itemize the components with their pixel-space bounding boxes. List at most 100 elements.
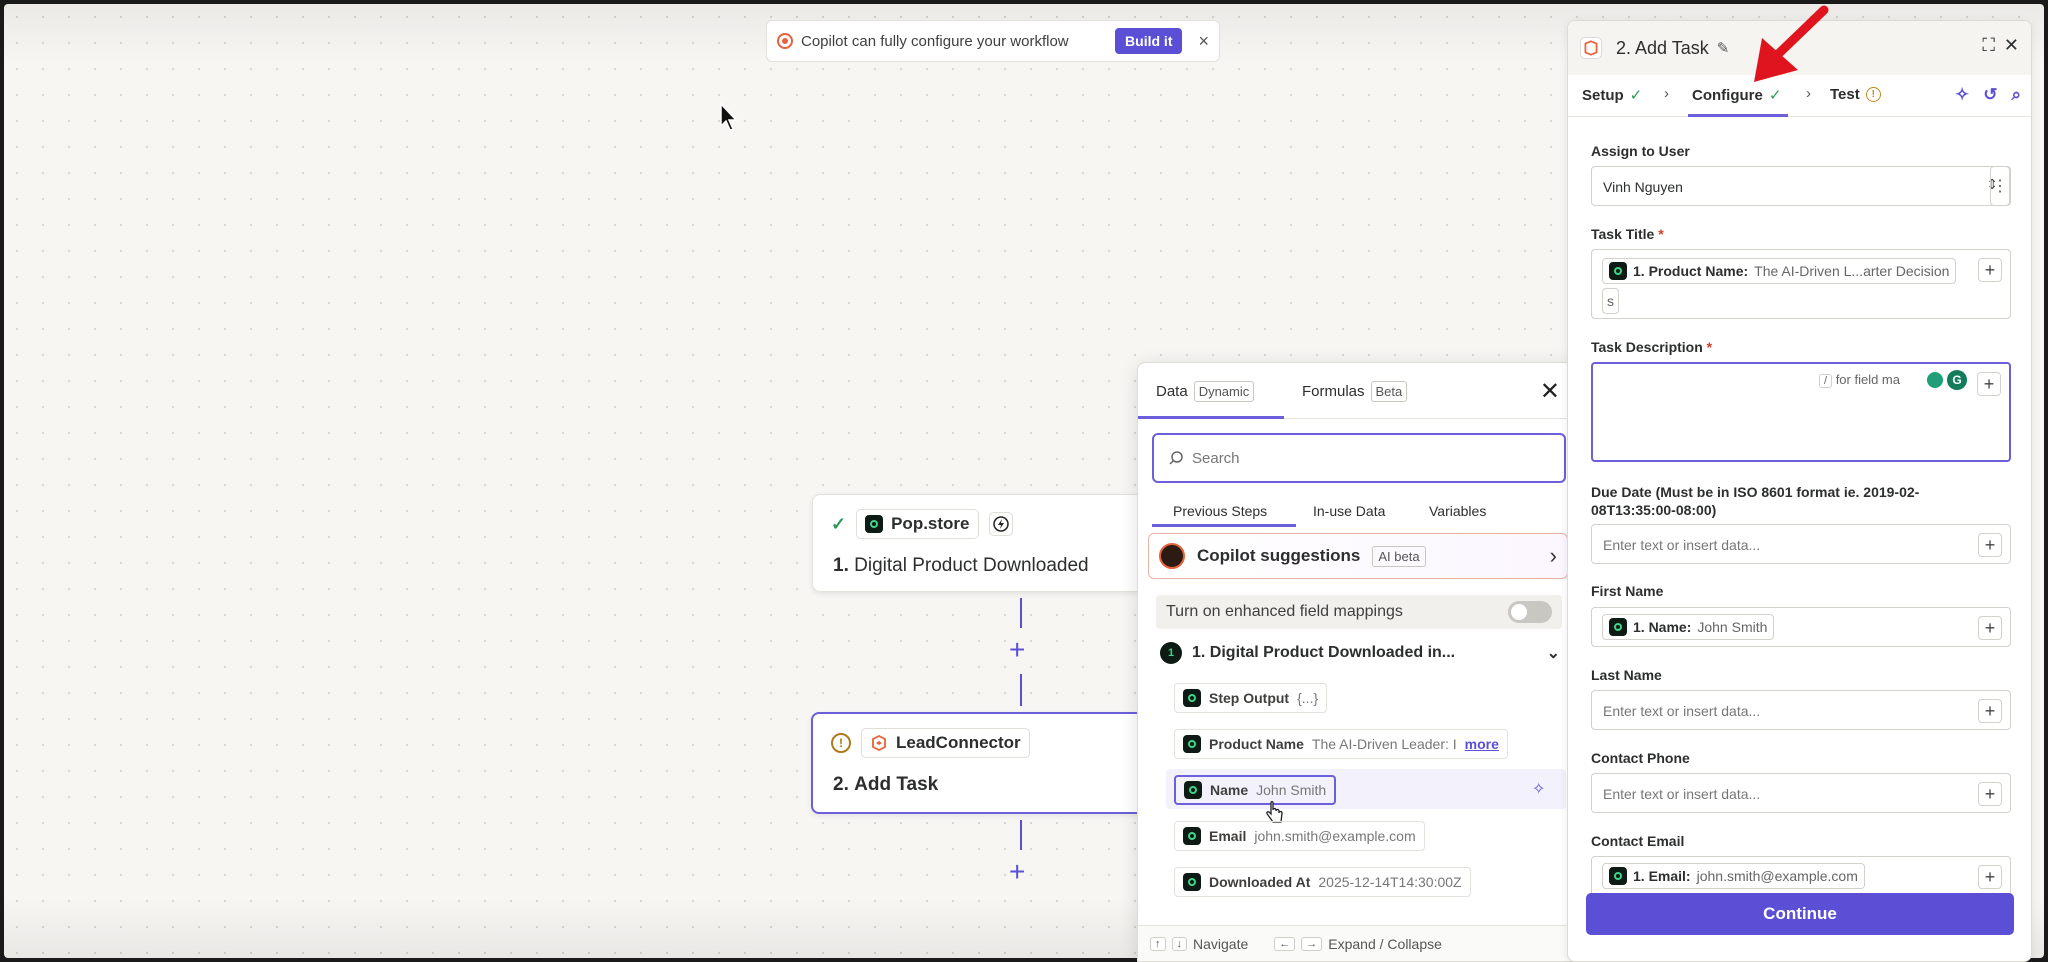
slash-hint: / for field ma	[1819, 372, 1900, 388]
app-name: LeadConnector	[896, 733, 1021, 752]
contact-phone-label: Contact Phone	[1591, 750, 1690, 766]
bolt-icon	[988, 512, 1013, 536]
search-icon[interactable]: ⌕	[2011, 85, 2021, 105]
popstore-icon	[1609, 867, 1627, 885]
app-chip: Pop.store	[856, 509, 979, 539]
sparkle-icon[interactable]: ✧	[1532, 779, 1545, 799]
arrow-up-key-icon: ↑	[1150, 936, 1166, 951]
contact-email-label: Contact Email	[1591, 833, 1685, 849]
picker-footer: ↑ ↓ Navigate ← → Expand / Collapse	[1138, 925, 1578, 961]
active-tab-underline	[1138, 416, 1284, 419]
add-step-icon[interactable]: +	[1009, 858, 1025, 886]
connector-line	[1020, 674, 1022, 706]
copilot-icon	[777, 33, 793, 49]
enhanced-mappings-toggle[interactable]	[1508, 601, 1552, 623]
close-banner-icon[interactable]: ×	[1198, 31, 1209, 52]
flow-node-trigger[interactable]: ✓ Pop.store 1. Digital Product Downloade…	[812, 494, 1162, 592]
popstore-icon	[1183, 689, 1201, 707]
data-token[interactable]: 1. Product Name: The AI-Driven L...arter …	[1602, 258, 1957, 284]
contact-phone-field[interactable]: Enter text or insert data... +	[1591, 773, 2011, 813]
popstore-icon	[1184, 781, 1202, 799]
tab-test[interactable]: Test!	[1830, 86, 1881, 103]
contact-email-field[interactable]: 1. Email: john.smith@example.com +	[1591, 856, 2011, 896]
flow-node-action[interactable]: ! LeadConnector 2. Add Task	[811, 712, 1161, 814]
add-step-icon[interactable]: +	[1009, 636, 1025, 664]
panel-tools: ✧ ↺ ⌕	[1955, 85, 2021, 105]
task-description-field[interactable]: / for field ma G +	[1591, 362, 2011, 462]
tab-formulas[interactable]: Formulas Beta	[1302, 381, 1408, 402]
last-name-field[interactable]: Enter text or insert data... +	[1591, 690, 2011, 730]
tab-data[interactable]: Data Dynamic	[1156, 381, 1255, 402]
insert-data-icon[interactable]: +	[1978, 699, 2002, 723]
popstore-icon	[1609, 262, 1627, 280]
check-icon: ✓	[1629, 87, 1643, 104]
chevron-right-icon: ›	[1549, 543, 1557, 568]
insert-data-icon[interactable]: +	[1978, 865, 2002, 889]
popstore-icon	[1183, 735, 1201, 753]
last-name-label: Last Name	[1591, 667, 1662, 683]
data-item-email[interactable]: Email john.smith@example.com	[1174, 821, 1425, 851]
insert-data-icon[interactable]: +	[1978, 782, 2002, 806]
popstore-icon	[865, 515, 884, 533]
bulb-icon	[1927, 372, 1943, 388]
navigate-hint: Navigate	[1193, 935, 1249, 952]
data-item-name[interactable]: Name John Smith	[1174, 775, 1337, 805]
build-it-button[interactable]: Build it	[1115, 28, 1183, 54]
edit-pencil-icon[interactable]: ✎	[1717, 39, 1730, 57]
picker-subtabs: Previous Steps In-use Data Variables	[1138, 497, 1578, 527]
data-item-step-output[interactable]: Step Output {...}	[1174, 683, 1328, 713]
popstore-icon	[1609, 618, 1627, 636]
connector-line	[1020, 598, 1022, 628]
close-icon[interactable]: ✕	[2004, 35, 2019, 56]
data-picker: Data Dynamic Formulas Beta ✕ Search Previo…	[1137, 362, 1579, 962]
picker-tabs: Data Dynamic Formulas Beta ✕	[1138, 363, 1578, 419]
data-item-downloaded-at[interactable]: Downloaded At 2025-12-14T14:30:00Z	[1174, 867, 1471, 897]
copilot-banner-text: Copilot can fully configure your workflo…	[801, 32, 1069, 50]
popstore-icon	[1183, 873, 1201, 891]
enhanced-mappings-label: Turn on enhanced field mappings	[1166, 603, 1403, 620]
sparkle-icon[interactable]: ✧	[1955, 85, 1969, 105]
warning-icon: !	[831, 733, 851, 753]
leadconnector-icon	[1580, 37, 1602, 59]
step-group-header[interactable]: 1 1. Digital Product Downloaded in... ⌄	[1160, 638, 1560, 668]
continue-button[interactable]: Continue	[1586, 893, 2014, 935]
node-title: 1. Digital Product Downloaded	[833, 555, 1089, 576]
step-number-icon: 1	[1160, 642, 1182, 664]
search-placeholder: Search	[1192, 449, 1240, 467]
data-token[interactable]: 1. Name: John Smith	[1602, 614, 1775, 640]
more-link[interactable]: more	[1465, 736, 1499, 752]
task-title-label: Task Title *	[1591, 226, 1664, 242]
expand-icon[interactable]: ⛶	[1982, 35, 1995, 56]
data-token[interactable]: 1. Email: john.smith@example.com	[1602, 863, 1865, 889]
copilot-suggestions-title: Copilot suggestions	[1197, 546, 1361, 565]
insert-data-icon[interactable]: +	[1978, 258, 2002, 282]
due-date-field[interactable]: Enter text or insert data... +	[1591, 524, 2011, 564]
subtab-in-use-data[interactable]: In-use Data	[1313, 503, 1385, 519]
grammarly-icon[interactable]: G	[1947, 370, 1967, 390]
data-token[interactable]: s	[1602, 288, 1619, 314]
leadconnector-icon	[870, 734, 888, 752]
assign-user-select[interactable]: Vinh Nguyen ⇕	[1591, 166, 2011, 206]
search-input[interactable]: Search	[1152, 433, 1566, 483]
panel-title: 2. Add Task	[1616, 37, 1709, 58]
insert-data-icon[interactable]: +	[1977, 372, 2001, 396]
insert-data-icon[interactable]: +	[1978, 533, 2002, 557]
connector-line	[1020, 820, 1022, 850]
subtab-previous-steps[interactable]: Previous Steps	[1173, 503, 1267, 519]
insert-data-icon[interactable]: +	[1978, 616, 2002, 640]
undo-icon[interactable]: ↺	[1983, 85, 1997, 105]
task-title-field[interactable]: 1. Product Name: The AI-Driven L...arter …	[1591, 249, 2011, 319]
tab-setup[interactable]: Setup ✓	[1582, 86, 1643, 105]
data-item-product-name[interactable]: Product Name The AI-Driven Leader: I more	[1174, 729, 1508, 759]
arrow-left-key-icon: ←	[1274, 936, 1296, 951]
close-picker-icon[interactable]: ✕	[1540, 377, 1560, 406]
app-name: Pop.store	[891, 514, 970, 533]
copilot-suggestions-row[interactable]: Copilot suggestions AI beta ›	[1148, 533, 1568, 579]
first-name-field[interactable]: 1. Name: John Smith +	[1591, 607, 2011, 647]
more-options-icon[interactable]: ⋮	[1990, 166, 2010, 206]
expand-collapse-hint: Expand / Collapse	[1328, 935, 1442, 952]
app-chip: LeadConnector	[861, 728, 1030, 758]
step-group-title: 1. Digital Product Downloaded in...	[1192, 644, 1456, 661]
active-subtab-underline	[1152, 524, 1296, 527]
subtab-variables[interactable]: Variables	[1429, 503, 1486, 519]
